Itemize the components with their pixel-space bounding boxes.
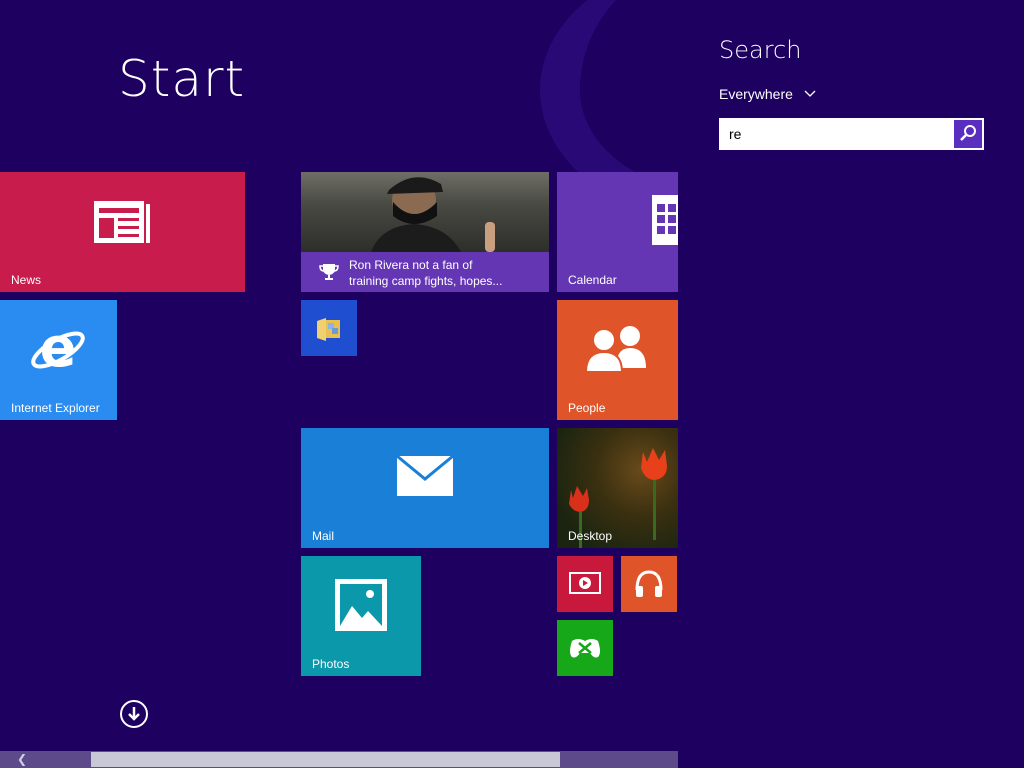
sports-headline-line2: training camp fights, hopes... [349,274,503,288]
search-input[interactable] [720,119,952,149]
tile-internet-explorer[interactable]: e Internet Explorer [0,300,117,420]
tile-photos[interactable]: Photos [301,556,421,676]
tile-calendar[interactable]: Calendar [557,172,678,292]
tile-sports[interactable]: Ron Rivera not a fan of training camp fi… [301,172,549,292]
file-explorer-icon [317,318,340,341]
search-title: Search [719,36,802,64]
all-apps-arrow-icon [128,707,140,721]
sports-photo [301,172,549,252]
tile-ie-label: Internet Explorer [11,401,100,415]
sports-headline-line1: Ron Rivera not a fan of [349,258,473,272]
tile-mail-label: Mail [312,529,335,543]
horizontal-scrollbar[interactable]: ❮ [0,751,678,768]
games-icon [570,639,600,658]
tile-mail[interactable]: Mail [301,428,549,548]
trophy-icon [319,264,339,280]
all-apps-button[interactable] [120,700,148,728]
tile-video[interactable] [557,556,613,612]
tile-news-label: News [11,273,42,287]
internet-explorer-icon: e [31,320,85,379]
search-icon [960,125,976,141]
scroll-left-arrow-icon[interactable]: ❮ [12,751,32,768]
tile-desktop[interactable]: Desktop [557,428,678,548]
tile-people[interactable]: People [557,300,678,420]
video-icon [569,572,601,594]
tile-games[interactable] [557,620,613,676]
mail-icon [396,455,454,496]
tile-people-label: People [568,401,606,415]
calendar-icon [652,195,678,245]
svg-text:e: e [40,320,77,379]
tile-desktop-label: Desktop [568,529,613,543]
tile-photos-label: Photos [312,657,350,671]
search-button[interactable] [954,120,982,148]
photos-icon [335,579,387,631]
start-screen: Start News e Internet Explorer Ron River… [0,0,678,768]
tile-calendar-label: Calendar [568,273,617,287]
tile-music[interactable] [621,556,677,612]
search-scope-dropdown[interactable]: Everywhere [719,86,793,102]
search-box [719,118,984,150]
music-icon [635,570,663,597]
tile-file-explorer[interactable] [301,300,357,356]
people-icon [584,326,646,373]
chevron-down-icon[interactable] [804,90,816,98]
news-icon [94,201,150,243]
tile-news[interactable]: News [0,172,245,292]
scrollbar-thumb[interactable] [91,752,560,767]
start-title: Start [118,50,246,108]
sports-headline: Ron Rivera not a fan of training camp fi… [349,257,539,289]
search-pane: Search Everywhere [678,0,1024,768]
